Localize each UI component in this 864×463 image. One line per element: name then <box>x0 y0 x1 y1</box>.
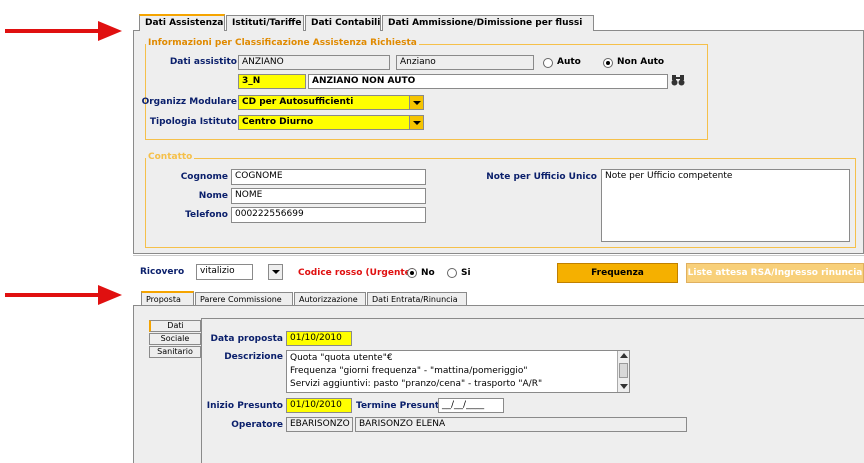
tab-autorizzazione[interactable]: Autorizzazione <box>294 292 366 306</box>
ricovero-label: Ricovero <box>140 267 185 277</box>
termine-presunto-label: Termine Presunto <box>356 401 446 411</box>
codice-no-radio[interactable] <box>407 268 417 278</box>
vtab-sanitario[interactable]: Sanitario <box>149 346 201 358</box>
liste-attesa-button[interactable]: Liste attesa RSA/Ingresso rinuncia <box>686 263 864 283</box>
descrizione-scrollbar[interactable] <box>617 351 629 392</box>
red-arrow-top-icon <box>5 21 122 41</box>
auto-radio-label: Auto <box>557 57 581 67</box>
frequenza-button[interactable]: Frequenza <box>557 263 678 283</box>
inizio-presunto-input[interactable]: 01/10/2010 <box>286 398 352 413</box>
termine-presunto-input[interactable]: __/__/____ <box>438 398 504 413</box>
organizz-label: Organizz Modulare <box>141 97 237 107</box>
descrizione-line: Servizi aggiuntivi: pasto "pranzo/cena" … <box>290 379 543 389</box>
red-arrow-bottom-icon <box>5 285 122 305</box>
auto-radio[interactable] <box>543 58 553 68</box>
scroll-thumb[interactable] <box>619 363 628 378</box>
classificazione-legend: Informazioni per Classificazione Assiste… <box>146 38 419 48</box>
codice-no-label: No <box>421 268 435 278</box>
cognome-input[interactable]: COGNOME <box>231 169 426 185</box>
dati-assistito-desc: Anziano <box>396 55 534 70</box>
binoculars-icon[interactable] <box>671 74 685 86</box>
nome-label: Nome <box>198 191 228 201</box>
dati-assistito-field: ANZIANO <box>238 55 390 70</box>
tipologia-dropdown-button[interactable] <box>409 115 424 130</box>
descrizione-line: Quota "quota utente"€ <box>290 353 393 363</box>
organizz-dropdown-button[interactable] <box>409 95 424 110</box>
tab-istituti-tariffe[interactable]: Istituti/Tariffe <box>226 15 304 31</box>
inizio-presunto-label: Inizio Presunto <box>206 401 283 411</box>
operatore-name-field: BARISONZO ELENA <box>355 417 687 432</box>
telefono-label: Telefono <box>185 210 228 220</box>
ricovero-select[interactable]: vitalizio <box>196 264 253 280</box>
code-desc-field: ANZIANO NON AUTO <box>308 74 668 89</box>
code-field[interactable]: 3_N <box>238 74 306 89</box>
tab-parere-commissione[interactable]: Parere Commissione <box>195 292 293 306</box>
tab-dati-assistenza[interactable]: Dati Assistenza <box>139 14 225 31</box>
data-proposta-input[interactable]: 01/10/2010 <box>286 331 352 346</box>
vtab-dati[interactable]: Dati <box>149 320 201 332</box>
codice-si-label: Si <box>461 268 471 278</box>
tab-proposta[interactable]: Proposta <box>141 291 194 306</box>
telefono-input[interactable]: 000222556699 <box>231 207 426 223</box>
tipologia-label: Tipologia Istituto <box>149 117 237 127</box>
scroll-down-icon[interactable] <box>620 384 628 389</box>
tab-dati-contabili[interactable]: Dati Contabili <box>305 15 381 31</box>
note-textarea[interactable]: Note per Ufficio competente <box>601 169 850 242</box>
codice-si-radio[interactable] <box>447 268 457 278</box>
descrizione-label: Descrizione <box>224 352 283 362</box>
divider <box>133 255 864 256</box>
non-auto-radio-label: Non Auto <box>617 57 665 67</box>
descrizione-line: Frequenza "giorni frequenza" - "mattina/… <box>290 366 528 376</box>
scroll-up-icon[interactable] <box>620 353 628 358</box>
operatore-code-field: EBARISONZO <box>286 417 353 432</box>
tipologia-select[interactable]: Centro Diurno <box>238 115 410 130</box>
contatto-legend: Contatto <box>146 152 195 162</box>
note-label: Note per Ufficio Unico <box>486 172 597 182</box>
ricovero-dropdown-button[interactable] <box>268 264 283 280</box>
tab-dati-entrata-rinuncia[interactable]: Dati Entrata/Rinuncia <box>367 292 467 306</box>
tab-dati-ammissione[interactable]: Dati Ammissione/Dimissione per flussi <box>382 15 594 31</box>
codice-rosso-label: Codice rosso (Urgente) <box>298 268 415 278</box>
vtab-sociale[interactable]: Sociale <box>149 333 201 345</box>
organizz-select[interactable]: CD per Autosufficienti <box>238 95 410 110</box>
cognome-label: Cognome <box>180 172 228 182</box>
operatore-label: Operatore <box>231 420 283 430</box>
data-proposta-label: Data proposta <box>210 334 283 344</box>
nome-input[interactable]: NOME <box>231 188 426 204</box>
dati-assistito-label: Dati assistito <box>169 57 237 67</box>
non-auto-radio[interactable] <box>603 58 613 68</box>
descrizione-textarea[interactable]: Quota "quota utente"€ Frequenza "giorni … <box>286 350 630 393</box>
